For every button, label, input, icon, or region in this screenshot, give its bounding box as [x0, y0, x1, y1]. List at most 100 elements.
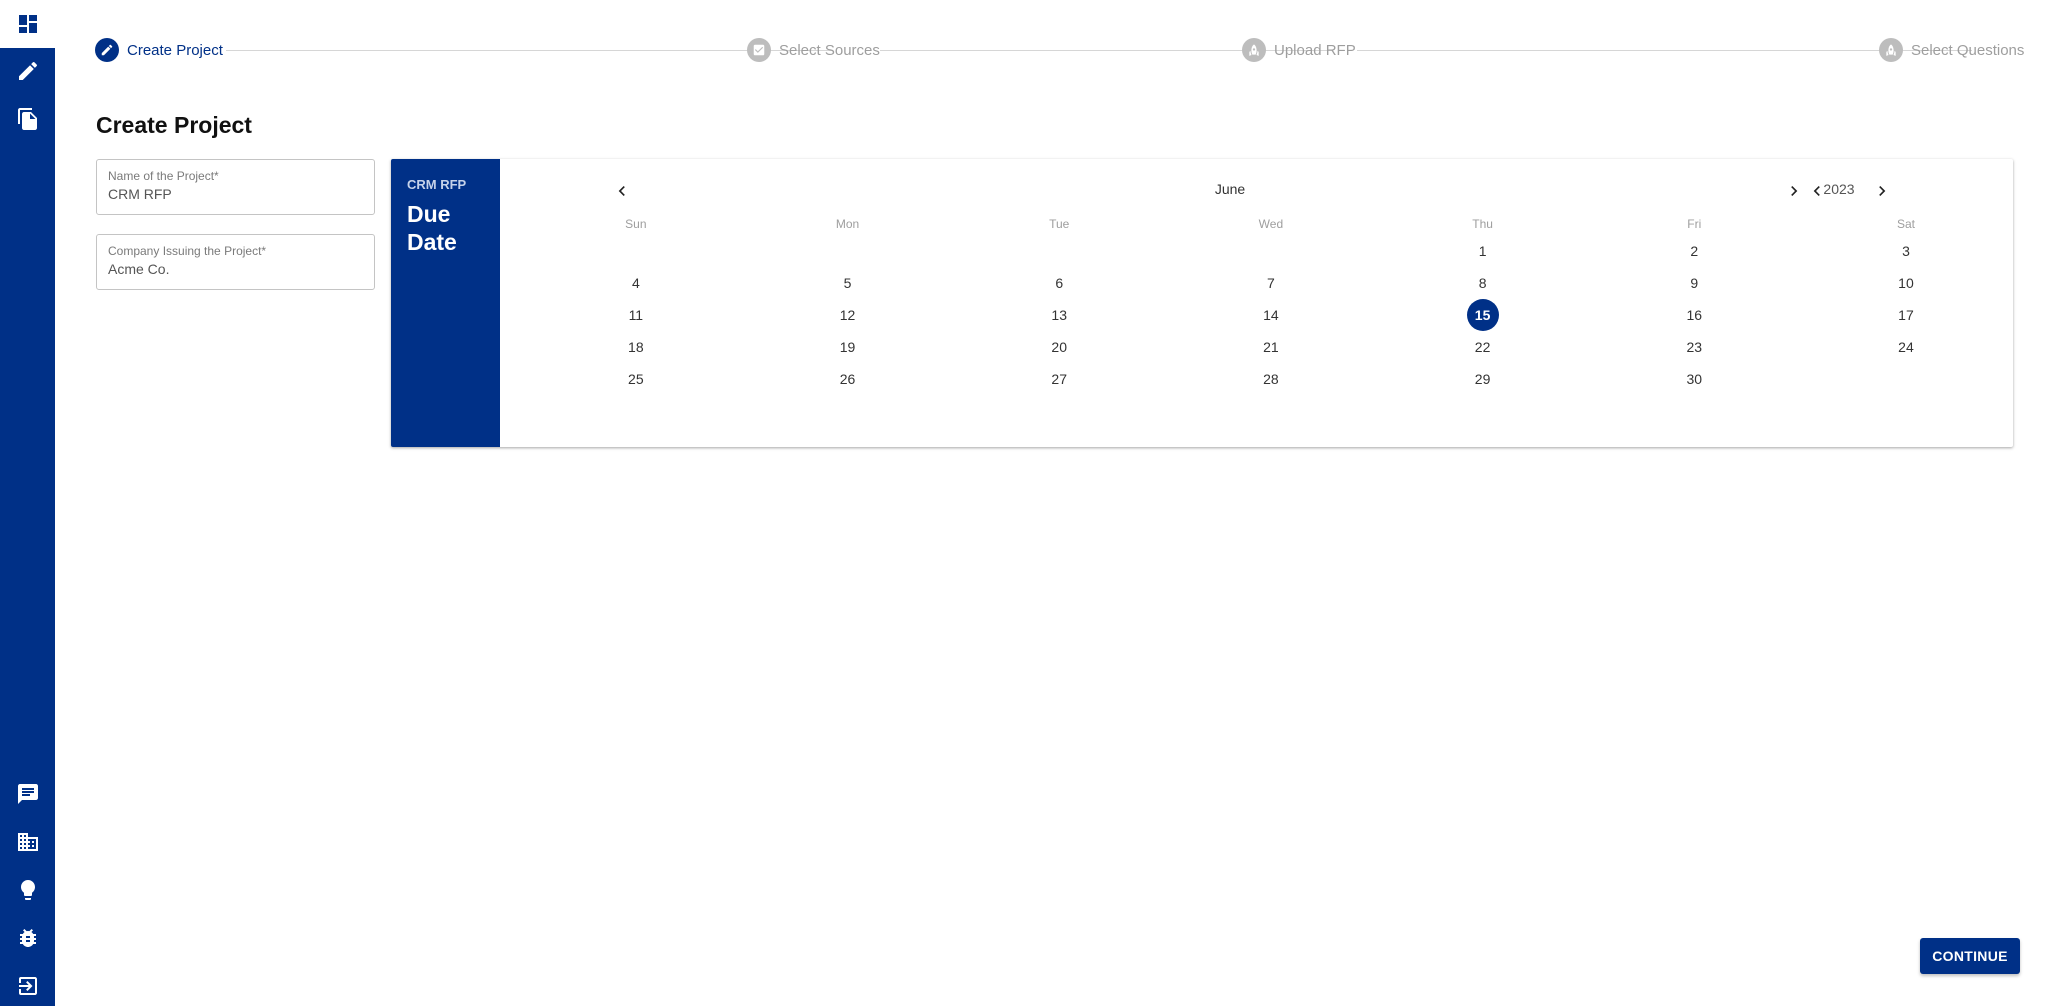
day-cell: 11	[530, 299, 742, 331]
chevron-right-icon	[1791, 186, 1798, 196]
calendar-day[interactable]: 4	[620, 267, 652, 299]
chevron-right-icon	[1879, 186, 1886, 196]
day-cell: 28	[1165, 363, 1377, 395]
calendar-day[interactable]: 29	[1467, 363, 1499, 395]
day-cell: 30	[1588, 363, 1800, 395]
step-label: Select Sources	[779, 41, 880, 59]
sidebar-item-edit[interactable]	[0, 47, 55, 95]
project-name-field[interactable]: Name of the Project*	[96, 159, 375, 215]
day-cell: 27	[953, 363, 1165, 395]
calendar-day[interactable]: 6	[1043, 267, 1075, 299]
sidebar-item-company[interactable]	[0, 818, 55, 866]
dashboard-icon	[18, 15, 37, 33]
weekday-row: Sun Mon Tue Wed Thu Fri Sat	[530, 213, 2012, 235]
calendar-weeks: 1 2 3 4 5 6 7 8 9 10 11 12 13 14 15 16 17 18 19 20 21 22 23 24 2…	[530, 235, 2012, 395]
calendar-day[interactable]: 13	[1043, 299, 1075, 331]
day-cell: 9	[1588, 267, 1800, 299]
day-cell: 20	[953, 331, 1165, 363]
calendar-day[interactable]: 9	[1678, 267, 1710, 299]
step-label: Create Project	[127, 41, 223, 59]
sidebar-item-ideas[interactable]	[0, 866, 55, 914]
calendar-day[interactable]: 8	[1467, 267, 1499, 299]
calendar-day[interactable]: 25	[620, 363, 652, 395]
calendar-day[interactable]: 12	[832, 299, 864, 331]
day-cell: 2	[1588, 235, 1800, 267]
step-upload-rfp[interactable]: Upload RFP	[1242, 36, 1356, 64]
calendar-day[interactable]: 20	[1043, 331, 1075, 363]
day-cell: 1	[1377, 235, 1589, 267]
calendar-day[interactable]: 7	[1255, 267, 1287, 299]
calendar-day[interactable]: 11	[620, 299, 652, 331]
weekday-label: Thu	[1472, 217, 1493, 231]
field-label: Company Issuing the Project*	[108, 244, 267, 258]
company-input[interactable]	[108, 261, 363, 277]
sidebar-item-documents[interactable]	[0, 95, 55, 143]
calendar-day[interactable]: 30	[1678, 363, 1710, 395]
due-date-calendar: CRM RFP Due Date June 2023 Sun Mon Tue W…	[391, 159, 2013, 447]
calendar-day[interactable]: 3	[1890, 235, 1922, 267]
calendar-day[interactable]: 23	[1678, 331, 1710, 363]
sidebar-item-logout[interactable]	[0, 962, 55, 1006]
calendar-day[interactable]: 10	[1890, 267, 1922, 299]
weekday-label: Fri	[1687, 217, 1702, 231]
calendar-day[interactable]: 5	[832, 267, 864, 299]
bug-icon	[19, 929, 36, 947]
day-cell: 24	[1800, 331, 2012, 363]
rocket-icon	[1879, 38, 1903, 62]
sidebar	[0, 0, 55, 1006]
logout-icon	[18, 977, 37, 995]
company-icon	[17, 833, 38, 851]
day-cell: 25	[530, 363, 742, 395]
weekday-label: Sat	[1896, 217, 1915, 231]
day-cell: 23	[1588, 331, 1800, 363]
step-create-project[interactable]: Create Project	[95, 36, 223, 64]
continue-button[interactable]: CONTINUE	[1920, 938, 2020, 974]
calendar-day[interactable]: 18	[620, 331, 652, 363]
day-cell: 13	[953, 299, 1165, 331]
day-cell: 17	[1800, 299, 2012, 331]
week-row: 1 2 3	[530, 235, 2012, 267]
day-cell: 3	[1800, 235, 2012, 267]
day-cell: 7	[1165, 267, 1377, 299]
day-cell: 29	[1377, 363, 1589, 395]
documents-icon	[17, 108, 37, 130]
calendar-day[interactable]: 26	[832, 363, 864, 395]
sidebar-item-chat[interactable]	[0, 770, 55, 818]
day-cell: 15	[1377, 299, 1589, 331]
sidebar-item-bug-report[interactable]	[0, 914, 55, 962]
day-cell: 16	[1588, 299, 1800, 331]
step-select-sources[interactable]: Select Sources	[747, 36, 880, 64]
calendar-day[interactable]: 21	[1255, 331, 1287, 363]
next-year-button[interactable]	[1870, 179, 1894, 203]
step-connector	[226, 50, 833, 51]
sidebar-item-dashboard[interactable]	[0, 0, 55, 48]
calendar-day[interactable]: 24	[1890, 331, 1922, 363]
calendar-day[interactable]: 27	[1043, 363, 1075, 395]
calendar-day[interactable]: 19	[832, 331, 864, 363]
weekday-label: Tue	[1049, 217, 1070, 231]
weekday-label: Sun	[625, 217, 647, 231]
next-month-button[interactable]	[1782, 179, 1806, 203]
calendar-day[interactable]: 17	[1890, 299, 1922, 331]
calendar-day[interactable]: 22	[1467, 331, 1499, 363]
year-label: 2023	[1823, 181, 1855, 197]
edit-icon	[18, 61, 37, 80]
calendar-header-subtitle: CRM RFP	[407, 177, 467, 192]
project-name-input[interactable]	[108, 186, 363, 202]
day-cell: 26	[742, 363, 954, 395]
calendar-day-selected[interactable]: 15	[1466, 299, 1499, 331]
calendar-day[interactable]: 1	[1467, 235, 1499, 267]
calendar-day[interactable]: 14	[1255, 299, 1287, 331]
company-field[interactable]: Company Issuing the Project*	[96, 234, 375, 290]
day-cell: 4	[530, 267, 742, 299]
day-cell: 18	[530, 331, 742, 363]
calendar-day[interactable]: 2	[1678, 235, 1710, 267]
month-label: June	[1214, 181, 1246, 197]
step-select-questions[interactable]: Select Questions	[1879, 36, 2024, 64]
calendar-day[interactable]: 16	[1678, 299, 1710, 331]
week-row: 4 5 6 7 8 9 10	[530, 267, 2012, 299]
calendar-day[interactable]: 28	[1255, 363, 1287, 395]
day-cell: 21	[1165, 331, 1377, 363]
day-cell: 22	[1377, 331, 1589, 363]
prev-month-button[interactable]	[610, 179, 634, 203]
